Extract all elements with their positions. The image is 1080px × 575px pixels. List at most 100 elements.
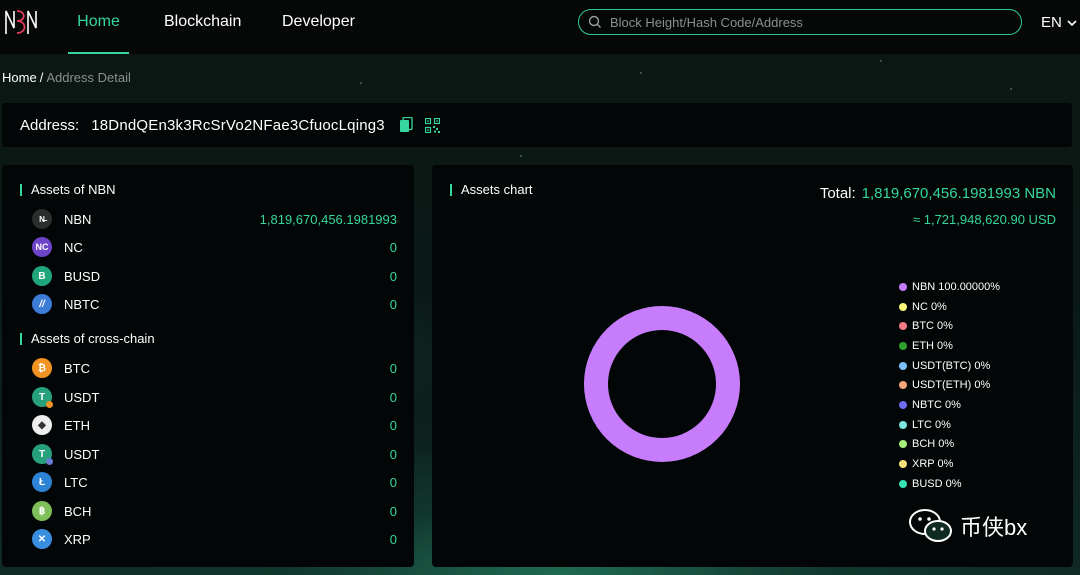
legend-item[interactable]: XRP 0% <box>899 454 1000 474</box>
legend-item[interactable]: NBTC 0% <box>899 395 1000 415</box>
legend-label: BUSD 0% <box>912 477 962 490</box>
address-bar: Address: 18DndQEn3k3RcSrVo2NFae3CfuocLqi… <box>2 103 1072 147</box>
nc-icon: NC <box>32 237 52 257</box>
asset-value: 0 <box>389 268 397 284</box>
asset-name: USDT <box>64 446 100 462</box>
busd-icon: B <box>32 266 52 286</box>
legend-item[interactable]: ETH 0% <box>899 336 1000 356</box>
asset-value: 0 <box>389 417 397 433</box>
asset-name: ETH <box>64 417 90 433</box>
usdt-icon: T <box>32 387 53 408</box>
nbtc-icon: // <box>32 294 52 314</box>
search-input[interactable] <box>608 13 1021 31</box>
nbn-icon: N̶ <box>32 209 52 229</box>
donut-slice-nbn[interactable] <box>584 306 740 462</box>
asset-row-bch: ฿ BCH 0 <box>32 500 397 522</box>
asset-row-nbn: N̶ NBN 1,819,670,456.1981993 <box>32 208 397 230</box>
address-label: Address: <box>20 116 80 134</box>
asset-name: LTC <box>64 474 88 490</box>
language-selector[interactable]: EN <box>1041 14 1077 31</box>
legend-color-dot <box>899 322 907 331</box>
btc-icon: ₿ <box>32 358 52 378</box>
breadcrumb-current: Address Detail <box>46 70 131 85</box>
asset-value: 0 <box>389 239 397 255</box>
qr-code-icon[interactable] <box>424 117 440 133</box>
legend-label: XRP 0% <box>912 458 954 471</box>
asset-row-nbtc: // NBTC 0 <box>32 293 397 315</box>
nbn-assets-title: Assets of NBN <box>31 182 116 197</box>
legend-label: BCH 0% <box>912 438 955 451</box>
asset-row-usdt-btc: T USDT 0 <box>32 386 397 408</box>
asset-value: 0 <box>389 474 397 490</box>
watermark: 币侠bx <box>908 508 1027 544</box>
breadcrumb: Home / Address Detail <box>2 70 131 85</box>
search-box[interactable] <box>578 9 1022 35</box>
asset-value: 0 <box>389 446 397 462</box>
background-star <box>640 72 642 74</box>
watermark-text: 币侠bx <box>960 515 1028 540</box>
nav-home[interactable]: Home <box>68 0 129 54</box>
asset-row-ltc: Ł LTC 0 <box>32 471 397 493</box>
nav-blockchain[interactable]: Blockchain <box>164 0 241 54</box>
nav-developer[interactable]: Developer <box>282 0 355 54</box>
legend-item[interactable]: BUSD 0% <box>899 474 1000 494</box>
wechat-icon <box>909 509 952 542</box>
nbn-logo[interactable] <box>4 8 38 36</box>
nav-active-indicator <box>68 52 129 54</box>
asset-value: 0 <box>389 531 397 547</box>
legend-item[interactable]: USDT(BTC) 0% <box>899 356 1000 376</box>
asset-name: BTC <box>64 360 90 376</box>
cross-chain-assets-heading: Assets of cross-chain <box>20 331 155 346</box>
background-star <box>880 60 882 62</box>
assets-panel: Assets of NBN N̶ NBN 1,819,670,456.19819… <box>2 165 414 567</box>
asset-row-usdt-eth: T USDT 0 <box>32 443 397 465</box>
asset-name: NBN <box>64 211 92 227</box>
legend-color-dot <box>899 361 907 370</box>
legend-label: ETH 0% <box>912 339 953 352</box>
legend-color-dot <box>899 381 907 390</box>
asset-row-xrp: ✕ XRP 0 <box>32 528 397 550</box>
legend-item[interactable]: LTC 0% <box>899 415 1000 435</box>
legend-item[interactable]: BTC 0% <box>899 316 1000 336</box>
asset-value: 0 <box>389 503 397 519</box>
asset-value: 0 <box>389 296 397 312</box>
breadcrumb-home[interactable]: Home <box>2 70 37 85</box>
chart-legend: NBN 100.00000% NC 0% BTC 0% ETH 0% USDT(BTC)… <box>899 277 1000 494</box>
legend-item[interactable]: NC 0% <box>899 297 1000 317</box>
chain-badge-icon <box>46 458 53 465</box>
background-star <box>360 82 362 84</box>
legend-color-dot <box>899 302 907 311</box>
heading-accent-bar <box>20 332 22 345</box>
xrp-icon: ✕ <box>32 529 52 549</box>
legend-item[interactable]: NBN 100.00000% <box>899 277 1000 297</box>
search-icon <box>588 15 601 28</box>
legend-color-dot <box>899 341 907 350</box>
background-star <box>1010 88 1012 90</box>
nav-home-label: Home <box>77 13 120 30</box>
asset-name: USDT <box>64 389 100 405</box>
legend-color-dot <box>899 479 907 488</box>
legend-color-dot <box>899 400 907 409</box>
asset-name: XRP <box>64 531 91 547</box>
assets-chart-panel: Assets chart Total: 1,819,670,456.1981993… <box>432 165 1073 567</box>
legend-label: NBTC 0% <box>912 398 961 411</box>
legend-label: NC 0% <box>912 300 947 313</box>
asset-row-nc: NC NC 0 <box>32 236 397 258</box>
bch-icon: ฿ <box>32 501 52 521</box>
legend-item[interactable]: USDT(ETH) 0% <box>899 375 1000 395</box>
asset-row-eth: ◆ ETH 0 <box>32 414 397 436</box>
legend-item[interactable]: BCH 0% <box>899 435 1000 455</box>
heading-accent-bar <box>20 183 22 196</box>
legend-label: USDT(BTC) 0% <box>912 359 991 372</box>
asset-name: NC <box>64 239 83 255</box>
nbn-assets-heading: Assets of NBN <box>20 182 116 197</box>
legend-color-dot <box>899 460 907 469</box>
legend-label: LTC 0% <box>912 418 951 431</box>
asset-name: NBTC <box>64 296 100 312</box>
copy-icon[interactable] <box>399 117 413 133</box>
legend-color-dot <box>899 440 907 449</box>
nav-blockchain-label: Blockchain <box>164 13 242 30</box>
breadcrumb-separator: / <box>39 70 44 85</box>
top-navigation-bar: Home Blockchain Developer EN <box>0 0 1080 54</box>
address-value: 18DndQEn3k3RcSrVo2NFae3CfuocLqing3 <box>91 116 385 134</box>
